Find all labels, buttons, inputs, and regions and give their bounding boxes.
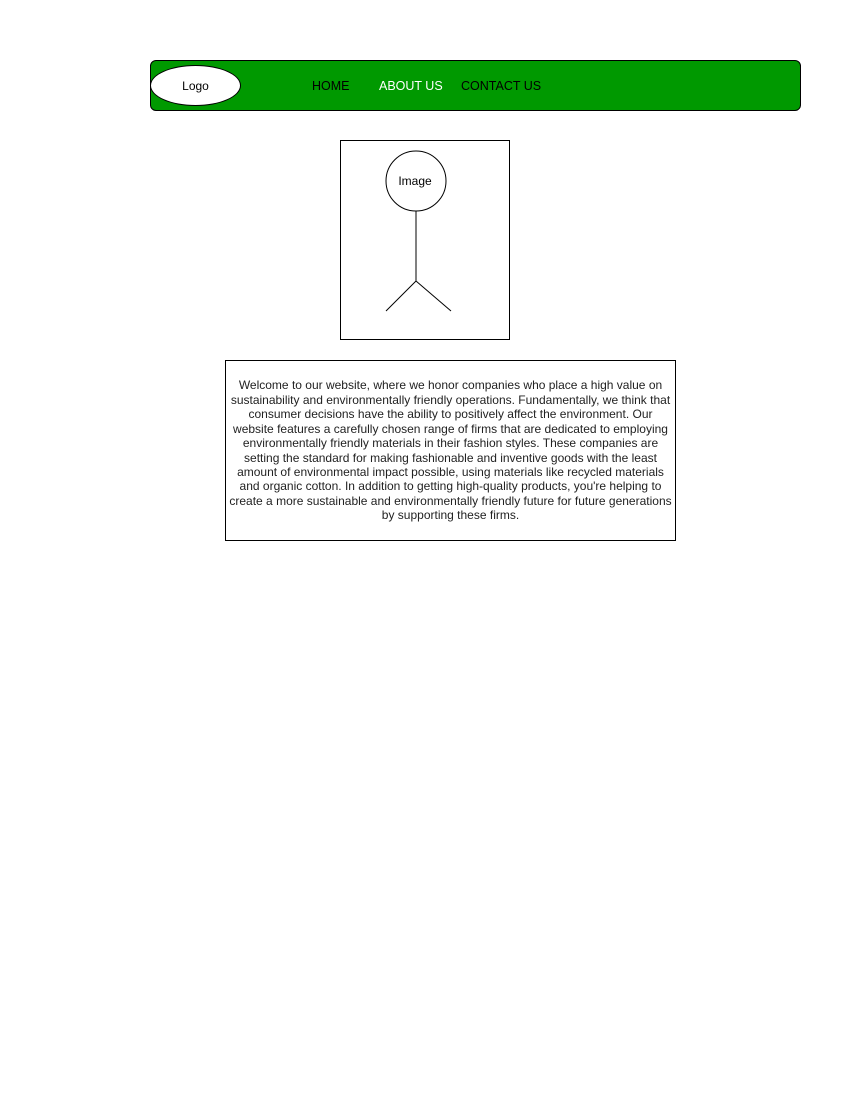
nav-link-home[interactable]: HOME [312,61,350,110]
logo[interactable]: Logo [150,65,241,106]
navigation-bar: Logo HOME ABOUT US CONTACT US [150,60,801,111]
about-text-box: Welcome to our website, where we honor c… [225,360,676,541]
nav-link-contact-us[interactable]: CONTACT US [461,61,541,110]
image-placeholder: Image [340,140,510,340]
image-label: Image [398,174,432,188]
nav-link-about-us[interactable]: ABOUT US [379,61,443,110]
about-paragraph: Welcome to our website, where we honor c… [229,378,672,523]
